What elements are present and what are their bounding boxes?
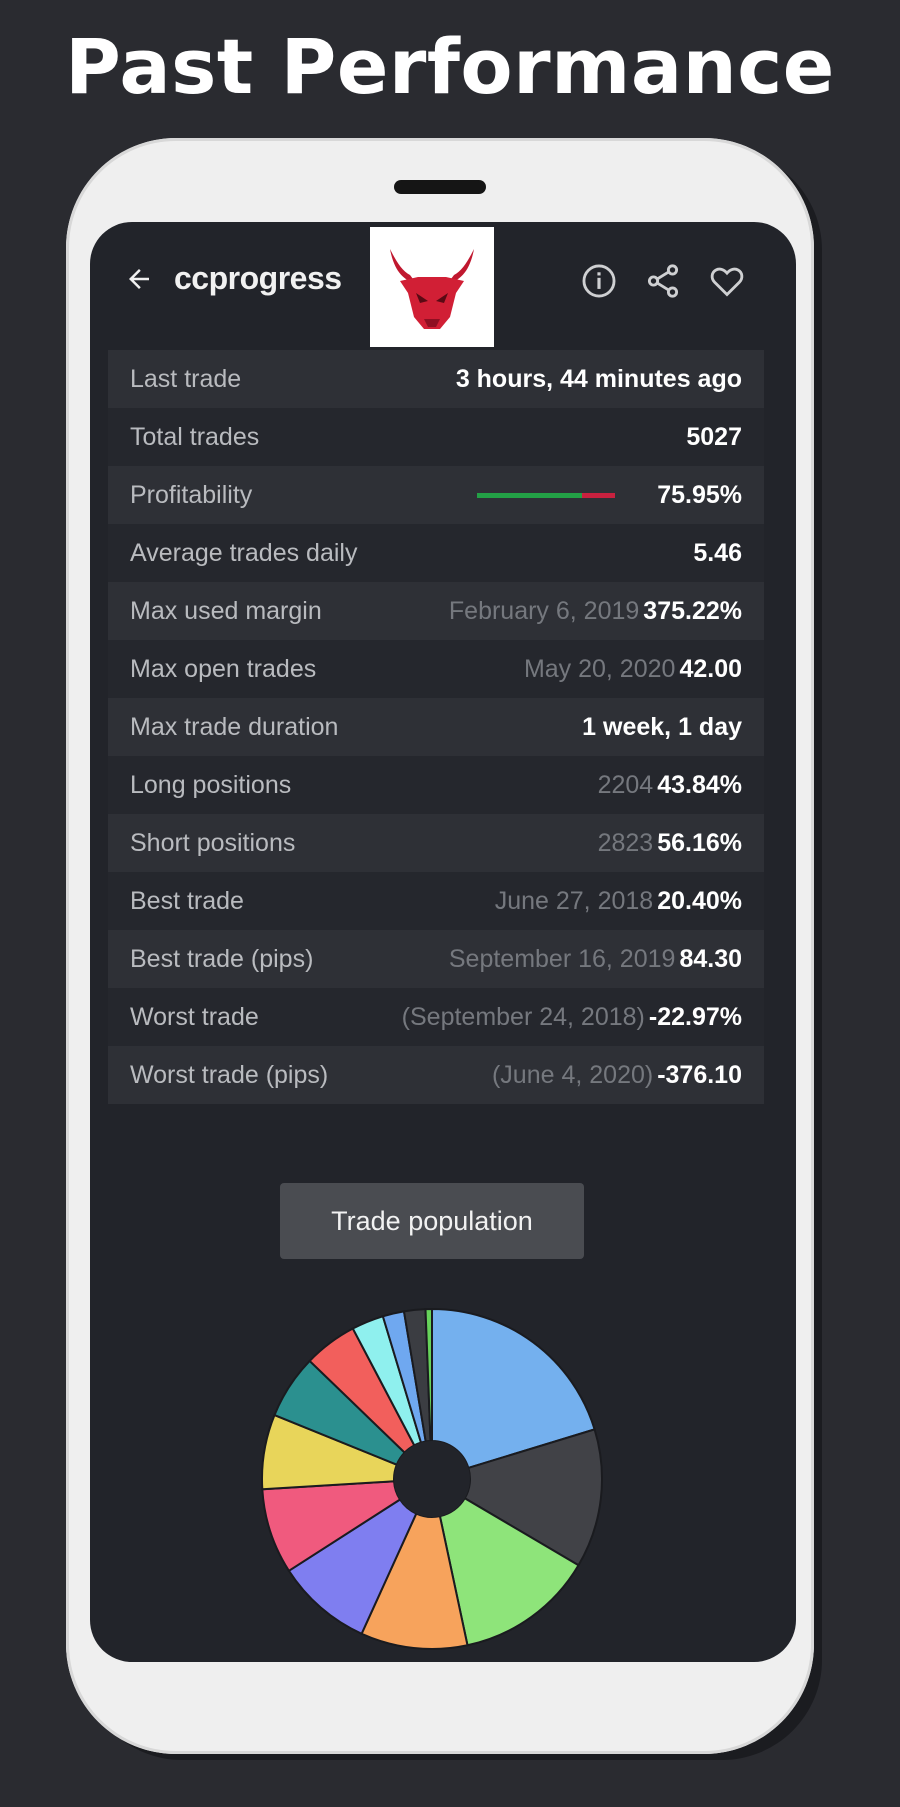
stat-row: Best trade June 27, 2018 20.40%: [108, 872, 764, 930]
stat-detail: June 27, 2018: [494, 886, 654, 915]
stat-value: -376.10: [657, 1060, 742, 1089]
stat-row: Last trade 3 hours, 44 minutes ago: [108, 350, 764, 408]
stat-row: Max trade duration 1 week, 1 day: [108, 698, 764, 756]
bull-logo-icon: [390, 249, 474, 329]
stat-label: Max trade duration: [130, 712, 339, 741]
stat-row: Worst trade (September 24, 2018) -22.97%: [108, 988, 764, 1046]
stat-value: 5027: [686, 422, 742, 451]
stat-detail: 2204: [597, 770, 654, 799]
stat-row: Profitability 75.95%: [108, 466, 764, 524]
stat-value: -22.97%: [648, 1002, 742, 1031]
stat-detail: (September 24, 2018): [401, 1002, 645, 1031]
stat-value-group: February 6, 2019 375.22%: [449, 597, 742, 626]
share-icon[interactable]: [644, 262, 682, 300]
stat-row: Best trade (pips) September 16, 2019 84.30: [108, 930, 764, 988]
stat-value: 5.46: [693, 538, 742, 567]
stat-label: Worst trade (pips): [130, 1060, 329, 1089]
stat-row: Long positions 2204 43.84%: [108, 756, 764, 814]
stat-value-group: June 27, 2018 20.40%: [495, 887, 742, 916]
stat-value-group: 75.95%: [477, 481, 742, 510]
trade-population-button[interactable]: Trade population: [280, 1183, 584, 1259]
stat-row: Max used margin February 6, 2019 375.22%: [108, 582, 764, 640]
app-screen: ccprogress Last trade3 hours, 44 minute: [90, 222, 796, 1662]
stat-row: Total trades 5027: [108, 408, 764, 466]
stats-table: Last trade 3 hours, 44 minutes ago Total t…: [108, 350, 764, 1104]
stat-row: Worst trade (pips) (June 4, 2020) -376.10: [108, 1046, 764, 1104]
stat-label: Best trade: [130, 886, 244, 915]
stat-label: Total trades: [130, 422, 260, 451]
stat-detail: September 16, 2019: [448, 944, 676, 973]
stat-value: 42.00: [679, 654, 742, 683]
stat-label: Average trades daily: [130, 538, 358, 567]
heart-icon[interactable]: [708, 262, 746, 300]
stat-value-group: 1 week, 1 day: [582, 713, 742, 742]
stat-value-group: (June 4, 2020) -376.10: [492, 1061, 742, 1090]
stat-row: Short positions 2823 56.16%: [108, 814, 764, 872]
stat-value-group: September 16, 2019 84.30: [449, 945, 742, 974]
stat-value: 375.22%: [643, 596, 742, 625]
stat-value: 84.30: [679, 944, 742, 973]
page-headline: Past Performance: [65, 22, 835, 111]
stat-value-group: 5027: [686, 423, 742, 452]
stat-label: Short positions: [130, 828, 296, 857]
arrow-left-icon[interactable]: [124, 264, 154, 294]
stat-value: 43.84%: [657, 770, 742, 799]
stat-value: 3 hours, 44 minutes ago: [455, 364, 742, 393]
stat-value: 56.16%: [657, 828, 742, 857]
bull-logo: [370, 227, 494, 347]
stat-label: Long positions: [130, 770, 292, 799]
stat-label: Worst trade: [130, 1002, 259, 1031]
stat-value: 75.95%: [657, 480, 742, 509]
profit-segment: [477, 492, 582, 498]
trade-population-pie-chart: [261, 1307, 603, 1650]
stat-value-group: 2823 56.16%: [598, 829, 742, 858]
stat-detail: February 6, 2019: [448, 596, 640, 625]
stat-value-group: 2204 43.84%: [598, 771, 742, 800]
stat-detail: 2823: [597, 828, 654, 857]
page-title: ccprogress: [174, 260, 342, 296]
stat-label: Best trade (pips): [130, 944, 314, 973]
app-bar: ccprogress: [90, 222, 796, 347]
stat-row: Average trades daily 5.46: [108, 524, 764, 582]
stat-row: Max open trades May 20, 2020 42.00: [108, 640, 764, 698]
pie-center-hole: [394, 1441, 470, 1517]
stat-label: Profitability: [130, 480, 253, 509]
info-icon[interactable]: [580, 262, 618, 300]
stat-value-group: 3 hours, 44 minutes ago: [456, 365, 742, 394]
phone-speaker: [394, 180, 486, 194]
stat-value-group: May 20, 2020 42.00: [524, 655, 742, 684]
stat-value-group: (September 24, 2018) -22.97%: [402, 1003, 742, 1032]
stat-value: 20.40%: [657, 886, 742, 915]
profitability-bar: [477, 492, 616, 498]
stat-detail: (June 4, 2020): [491, 1060, 654, 1089]
stat-label: Max open trades: [130, 654, 317, 683]
stat-label: Last trade: [130, 364, 242, 393]
stat-detail: May 20, 2020: [523, 654, 676, 683]
stat-value-group: 5.46: [693, 539, 742, 568]
stat-label: Max used margin: [130, 596, 322, 625]
stat-value: 1 week, 1 day: [582, 712, 742, 741]
loss-segment: [582, 492, 616, 498]
